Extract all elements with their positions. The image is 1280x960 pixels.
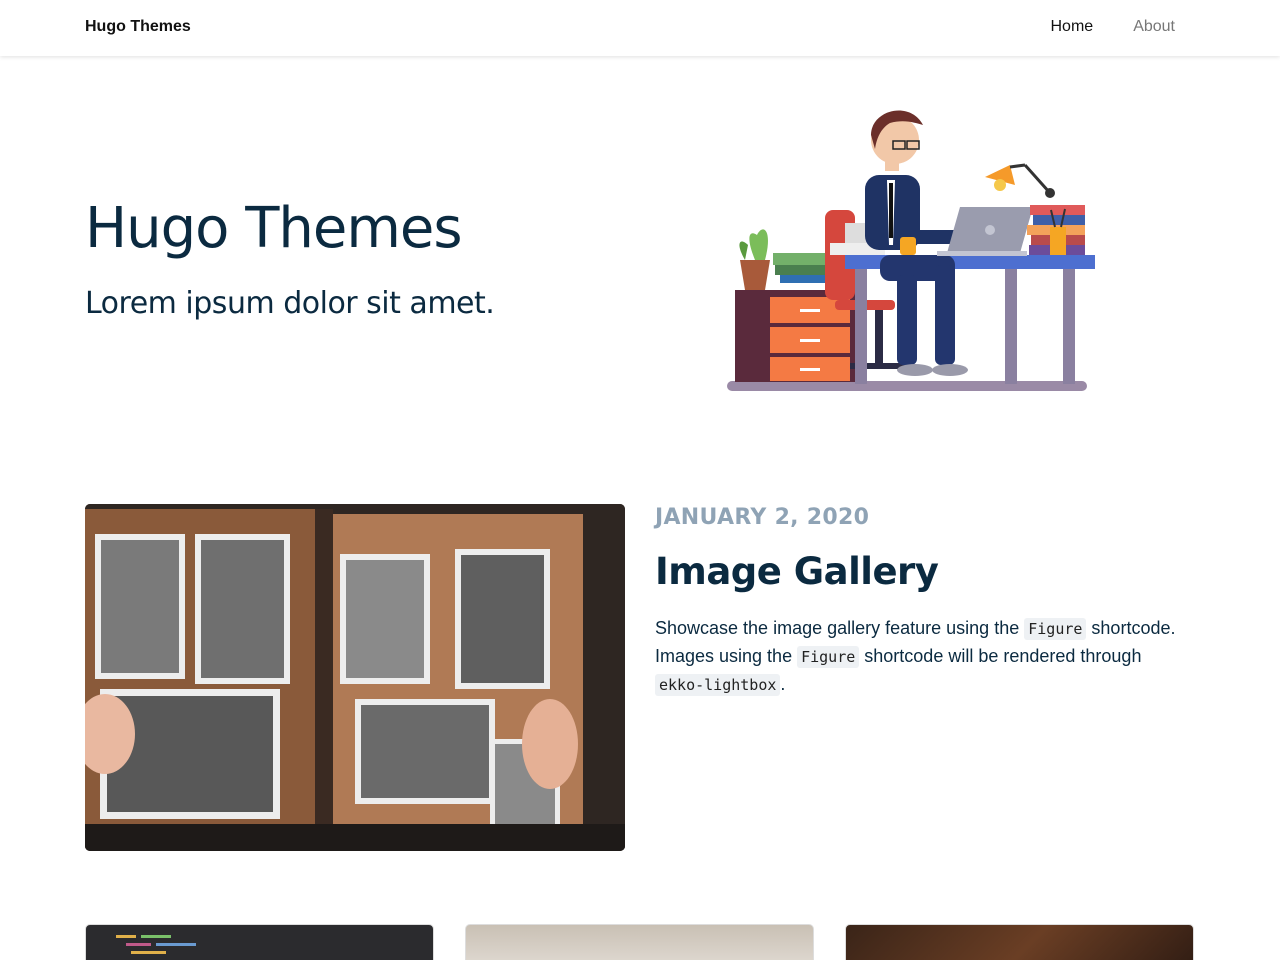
- post-title[interactable]: Image Gallery: [655, 550, 939, 593]
- ekko-lightbox-link[interactable]: ekko-lightbox: [655, 674, 781, 696]
- inline-code-figure: Figure: [1024, 618, 1087, 640]
- post-summary: Showcase the image gallery feature using…: [655, 615, 1190, 699]
- hero-title: Hugo Themes: [85, 196, 463, 261]
- post-card-1-image[interactable]: [85, 924, 434, 960]
- summary-text-3: shortcode will be rendered through: [859, 646, 1142, 666]
- code-screenshot-image: [116, 935, 196, 954]
- nav-link-about[interactable]: About: [1133, 18, 1175, 36]
- hero-subtitle: Lorem ipsum dolor sit amet.: [85, 286, 495, 321]
- summary-text-4: .: [780, 674, 786, 694]
- brand-link[interactable]: Hugo Themes: [85, 18, 191, 36]
- post-date: JANUARY 2, 2020: [655, 505, 870, 530]
- inline-code-figure-2: Figure: [797, 646, 860, 668]
- featured-post-image[interactable]: [85, 504, 625, 851]
- summary-text-1: Showcase the image gallery feature using…: [655, 618, 1025, 638]
- nav-link-home[interactable]: Home: [1051, 18, 1094, 36]
- post-card-3-image[interactable]: [845, 924, 1194, 960]
- hero-illustration: [727, 110, 1095, 391]
- navbar: Hugo Themes Home About: [0, 0, 1280, 56]
- inline-code-ekko-lightbox: ekko-lightbox: [655, 674, 781, 696]
- photo-album-image: [85, 504, 625, 851]
- nav-links: Home About: [1051, 18, 1176, 36]
- post-card-2-image[interactable]: [465, 924, 814, 960]
